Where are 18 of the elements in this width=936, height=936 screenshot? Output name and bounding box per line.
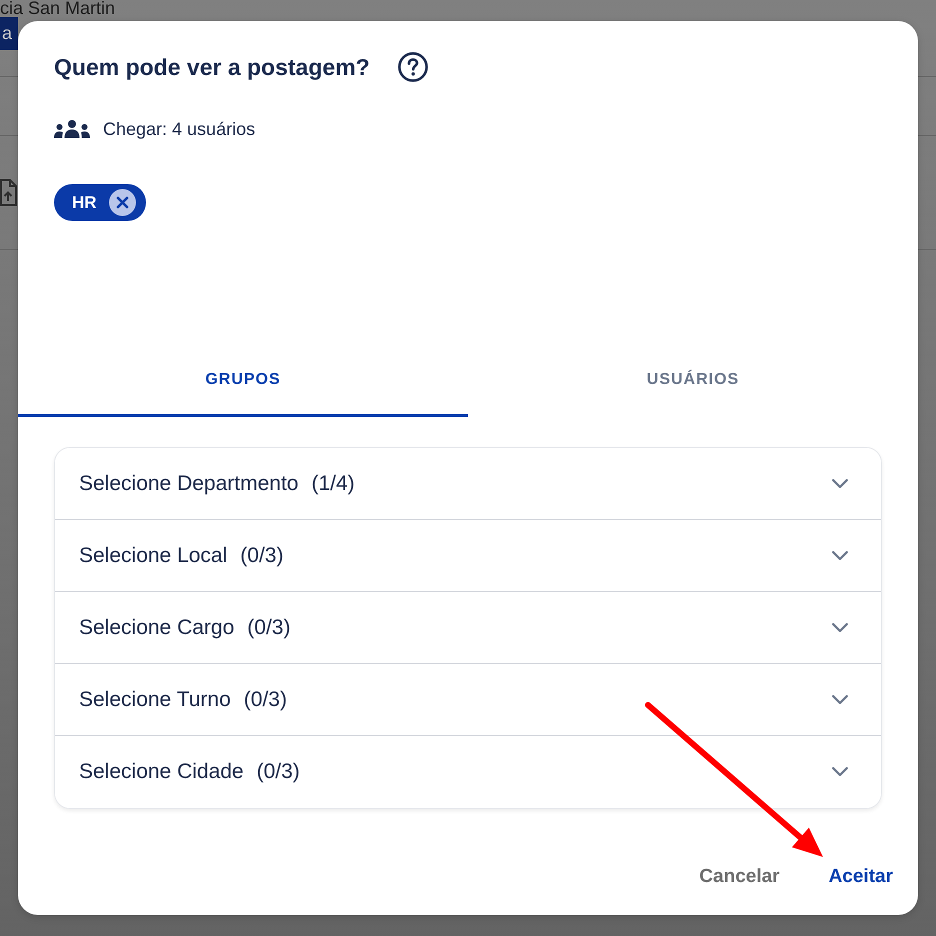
cancel-button[interactable]: Cancelar <box>691 858 788 896</box>
accordion-header[interactable]: Selecione Cidade (0/3) <box>55 736 881 808</box>
accordion-header[interactable]: Selecione Cargo (0/3) <box>55 592 881 664</box>
tab[interactable]: GRUPOS <box>18 347 468 417</box>
accordion-header[interactable]: Selecione Turno (0/3) <box>55 664 881 736</box>
dialog-title: Quem pode ver a postagem? <box>54 53 370 81</box>
page-heading: cia San Martin <box>0 0 116 16</box>
page-pill-button[interactable]: a <box>0 17 18 50</box>
filter-chip[interactable]: HR <box>54 184 146 221</box>
file-upload-icon <box>0 178 17 207</box>
tab[interactable]: USUÁRIOS <box>468 347 918 417</box>
help-icon[interactable] <box>398 52 428 82</box>
users-group-icon <box>54 120 90 138</box>
accept-button[interactable]: Aceitar <box>820 858 901 896</box>
accordion-header[interactable]: Selecione Local (0/3) <box>55 520 881 592</box>
remove-icon[interactable] <box>108 189 136 216</box>
accordion-header[interactable]: Selecione Departmento (1/4) <box>55 448 881 520</box>
reach-count: Chegar: 4 usuários <box>103 118 256 141</box>
